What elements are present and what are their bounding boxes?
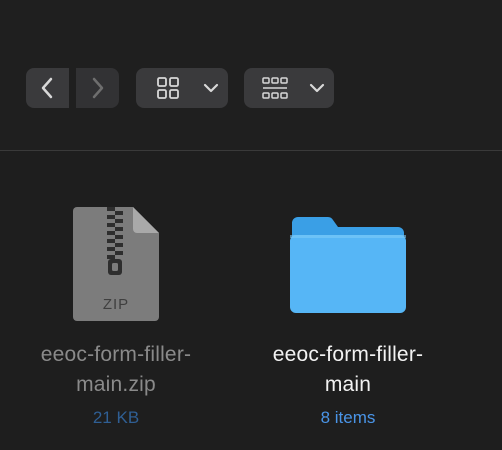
chevron-left-icon <box>41 77 53 99</box>
chevron-down-icon <box>309 83 325 93</box>
view-mode-button[interactable] <box>136 68 228 108</box>
finder-window: ZIP eeoc-form-filler- main.zip 21 KB eeo… <box>0 0 502 450</box>
file-name: eeoc-form-filler- main.zip <box>16 340 216 400</box>
folder-item-count: 8 items <box>320 408 376 427</box>
file-size: 21 KB <box>92 408 140 427</box>
file-name-line: eeoc-form-filler- <box>40 343 192 366</box>
file-name-line: main.zip <box>76 373 156 396</box>
chevron-down-icon <box>203 83 219 93</box>
chevron-right-icon <box>92 77 104 99</box>
forward-button[interactable] <box>76 68 119 108</box>
file-grid: ZIP eeoc-form-filler- main.zip 21 KB eeo… <box>0 151 502 450</box>
gallery-view-icon <box>262 77 288 99</box>
folder-name-line: eeoc-form-filler- <box>272 343 424 366</box>
toolbar <box>0 0 502 150</box>
zip-badge-label: ZIP <box>102 296 130 313</box>
folder-name: eeoc-form-filler- main <box>248 340 448 400</box>
back-button[interactable] <box>26 68 69 108</box>
folder-name-line: main <box>324 373 372 396</box>
grid-view-icon <box>157 77 179 99</box>
folder-icon <box>290 217 406 313</box>
group-mode-button[interactable] <box>244 68 334 108</box>
